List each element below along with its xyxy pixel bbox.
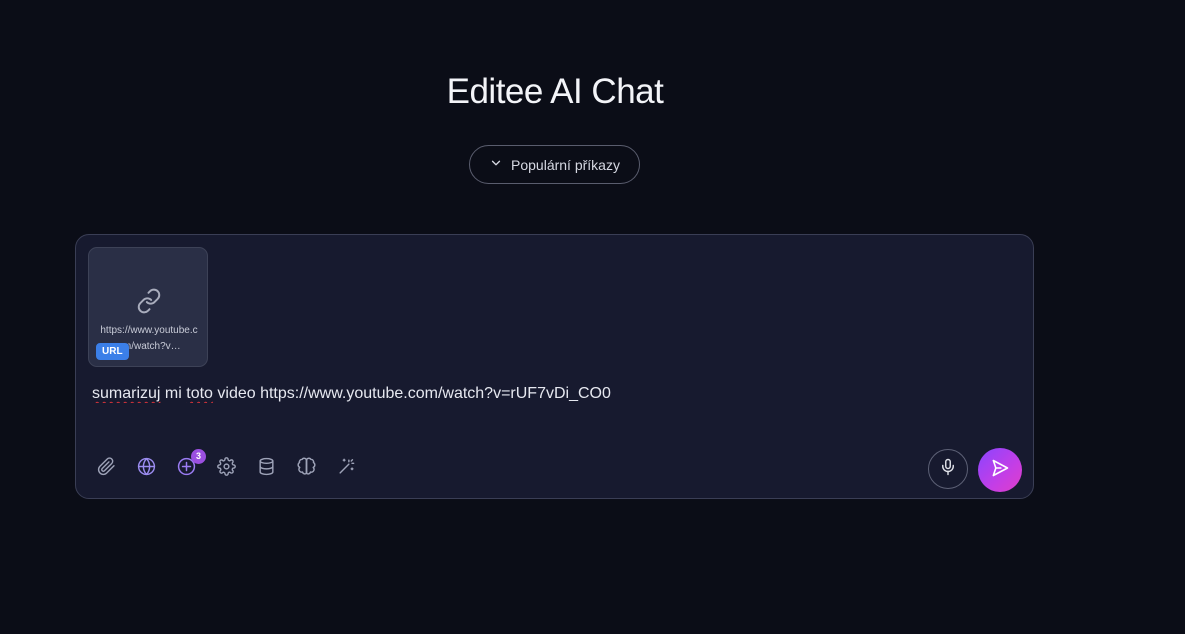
add-tools-button[interactable]: 3 [174,449,206,481]
spellcheck-word: toto [186,385,213,402]
link-icon [136,288,162,314]
database-icon [257,457,276,481]
web-search-button[interactable] [134,457,158,481]
count-badge: 3 [191,449,206,464]
chevron-down-icon [489,156,503,173]
paperclip-icon [97,457,116,481]
attach-file-button[interactable] [94,457,118,481]
settings-button[interactable] [214,457,238,481]
microphone-icon [939,458,957,481]
voice-input-button[interactable] [928,449,968,489]
message-text: mi [160,385,187,402]
globe-icon [137,457,156,481]
url-type-badge: URL [96,343,129,360]
gear-icon [216,457,236,481]
brain-icon [296,457,316,481]
popular-commands-label: Populární příkazy [511,156,620,173]
url-attachment-card[interactable]: https://www.youtube.com/watch?v… URL [88,247,208,367]
prompt-enhance-button[interactable] [334,457,358,481]
send-button[interactable] [978,448,1022,492]
page-title: Editee AI Chat [446,72,664,111]
popular-commands-button[interactable]: Populární příkazy [469,145,640,184]
chat-composer: https://www.youtube.com/watch?v… URL sum… [75,234,1034,499]
composer-toolbar: 3 [94,449,358,481]
magic-wand-icon [337,457,356,481]
send-icon [990,458,1010,483]
ai-model-button[interactable] [294,457,318,481]
spellcheck-word: sumarizuj [92,385,161,402]
message-text: video https://www.youtube.com/watch?v=rU… [212,385,611,402]
message-input[interactable]: sumarizuj mi toto video https://www.yout… [92,385,1012,403]
knowledge-base-button[interactable] [254,457,278,481]
